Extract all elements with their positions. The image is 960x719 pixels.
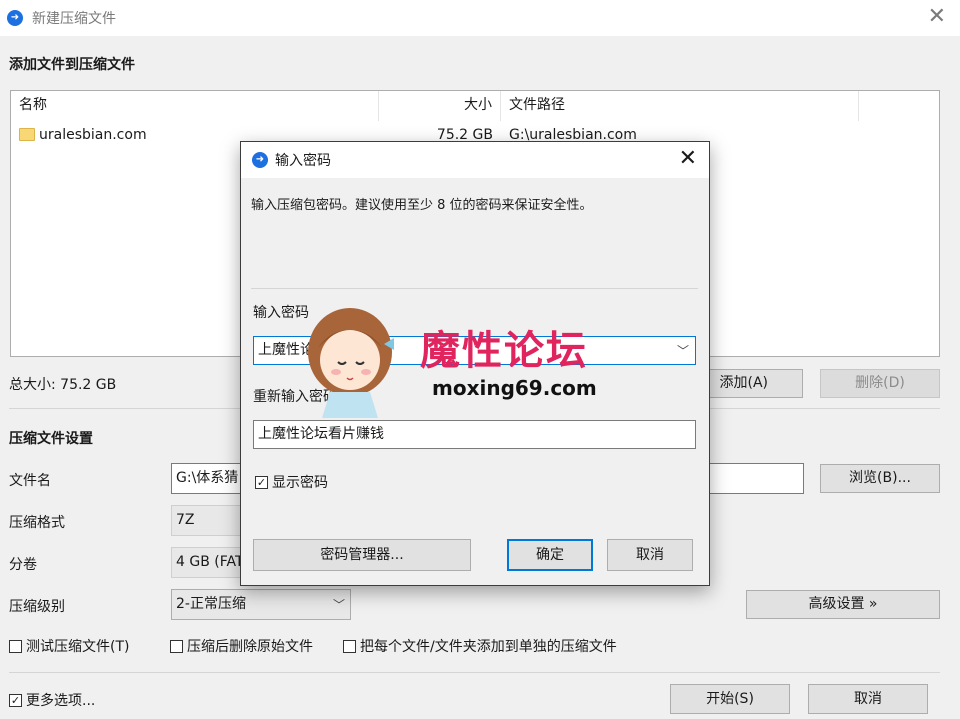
cancel-button[interactable]: 取消 [808,684,928,714]
checkbox-icon [343,639,356,653]
app-logo-icon: ➜ [252,152,268,168]
checkbox-icon [170,639,183,653]
reenter-password-label: 重新输入密码 [253,389,337,405]
ok-button[interactable]: 确定 [507,539,593,571]
column-header-size[interactable]: 大小 [379,91,501,121]
password-manager-button[interactable]: 密码管理器... [253,539,471,571]
level-select[interactable]: 2-正常压缩 [171,589,351,620]
dialog-title: 输入密码 [275,153,331,169]
checkbox-label: 测试压缩文件(T) [26,639,130,655]
advanced-settings-button[interactable]: 高级设置 » [746,590,940,619]
settings-section-heading: 压缩文件设置 [9,431,93,447]
close-icon[interactable]: ✕ [679,146,697,172]
separate-archives-checkbox[interactable]: 把每个文件/文件夹添加到单独的压缩文件 [343,636,617,656]
checkbox-label: 显示密码 [272,475,328,491]
divider [9,672,940,673]
checkbox-icon [9,639,22,653]
delete-after-checkbox[interactable]: 压缩后删除原始文件 [170,636,313,656]
more-options-checkbox[interactable]: ✓ 更多选项... [9,690,95,710]
title-bar: ➜ 新建压缩文件 ✕ [0,0,960,36]
start-button[interactable]: 开始(S) [670,684,790,714]
filename-label: 文件名 [9,473,51,489]
password-field[interactable]: 上魔性论 [253,336,696,365]
reenter-password-field[interactable]: 上魔性论坛看片赚钱 [253,420,696,449]
window-title: 新建压缩文件 [32,11,116,27]
dialog-cancel-button[interactable]: 取消 [607,539,693,571]
dialog-title-bar: ➜ 输入密码 ✕ [241,142,709,178]
column-header-blank [859,91,939,121]
checkbox-checked-icon: ✓ [9,693,22,707]
checkbox-label: 压缩后删除原始文件 [187,639,313,655]
browse-button[interactable]: 浏览(B)... [820,464,940,493]
delete-button[interactable]: 删除(D) [820,369,940,398]
column-header-path[interactable]: 文件路径 [501,91,859,121]
chevron-down-icon: ﹀ [333,598,346,612]
password-dialog: ➜ 输入密码 ✕ 输入压缩包密码。建议使用至少 8 位的密码来保证安全性。 输入… [240,141,710,586]
level-value: 2-正常压缩 [176,596,246,612]
level-label: 压缩级别 [9,599,65,615]
files-section-heading: 添加文件到压缩文件 [9,57,135,73]
dialog-description: 输入压缩包密码。建议使用至少 8 位的密码来保证安全性。 [251,198,593,213]
format-label: 压缩格式 [9,515,65,531]
password-label: 输入密码 [253,305,309,321]
checkbox-checked-icon: ✓ [255,475,268,489]
divider [251,288,698,289]
folder-icon [19,128,35,141]
chevron-down-icon[interactable]: ﹀ [677,342,689,359]
column-header-name[interactable]: 名称 [11,91,379,121]
test-archive-checkbox[interactable]: 测试压缩文件(T) [9,636,129,656]
total-size-label: 总大小: 75.2 GB [9,377,117,393]
close-icon[interactable]: ✕ [928,4,946,30]
file-name: uralesbian.com [39,127,147,143]
volume-label: 分卷 [9,557,37,573]
show-password-checkbox[interactable]: ✓ 显示密码 [255,472,328,492]
app-logo-icon: ➜ [7,10,23,26]
checkbox-label: 更多选项... [26,693,96,709]
password-value: 上魔性论 [258,342,314,358]
checkbox-label: 把每个文件/文件夹添加到单独的压缩文件 [360,639,617,655]
